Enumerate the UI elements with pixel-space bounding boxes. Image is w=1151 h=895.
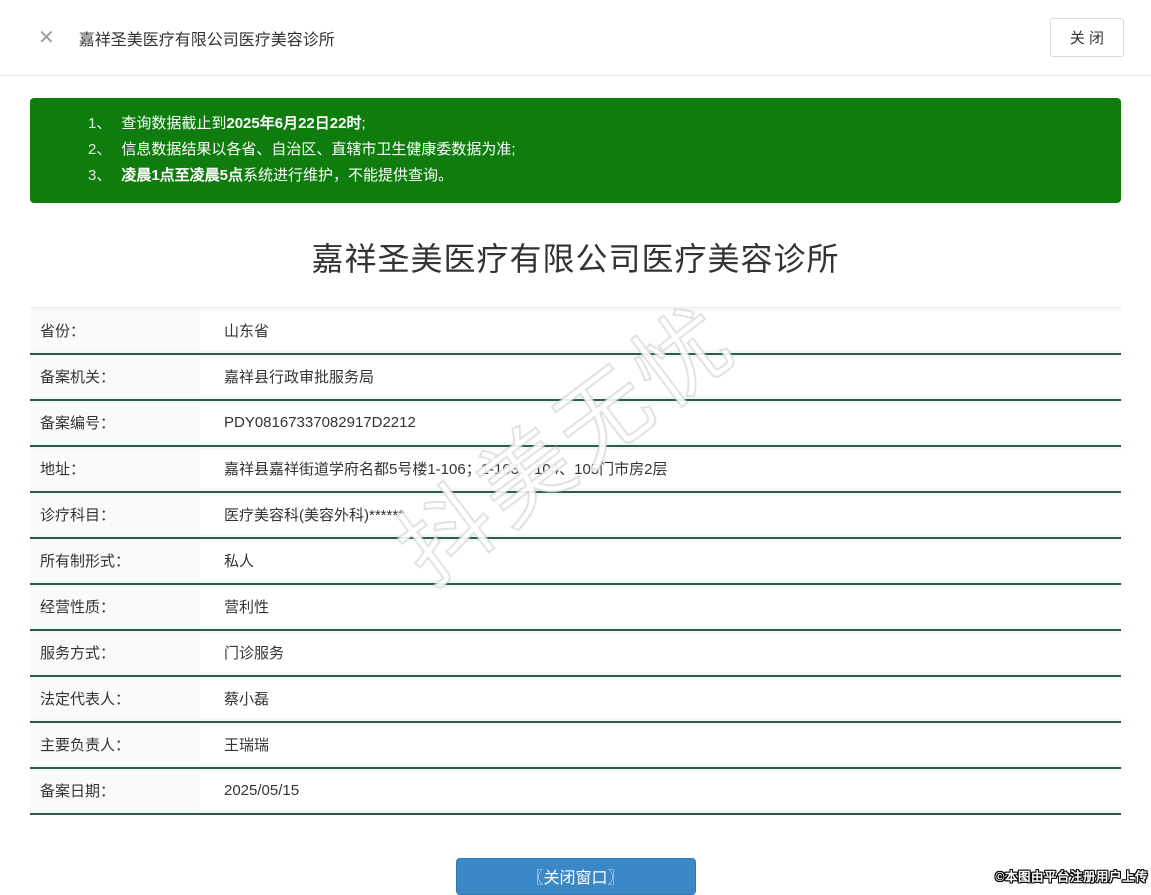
field-value: 私人 <box>200 537 1121 585</box>
field-value: 蔡小磊 <box>200 675 1121 723</box>
notice-item-number: 3、 <box>88 167 112 184</box>
table-row: 法定代表人： 蔡小磊 <box>30 675 1121 723</box>
button-row: 〖关闭窗口〗 <box>0 857 1151 895</box>
table-row: 地址： 嘉祥县嘉祥街道学府名都5号楼1-106；1-103、104、105门市房… <box>30 445 1121 493</box>
notice-item-number: 1、 <box>88 115 112 132</box>
close-window-button[interactable]: 〖关闭窗口〗 <box>455 857 696 895</box>
field-value: 门诊服务 <box>200 629 1121 677</box>
table-row: 经营性质： 营利性 <box>30 583 1121 631</box>
field-label: 诊疗科目： <box>30 491 200 539</box>
field-label: 主要负责人： <box>30 721 200 769</box>
field-label: 备案日期： <box>30 767 200 815</box>
dialog-title: 嘉祥圣美医疗有限公司医疗美容诊所 <box>78 31 335 49</box>
notice-item-number: 2、 <box>88 141 112 158</box>
info-table-body: 省份： 山东省 备案机关： 嘉祥县行政审批服务局 备案编号： PDY081673… <box>30 307 1121 815</box>
notice-banner: 1、 查询数据截止到2025年6月22日22时; 2、 信息数据结果以各省、自治… <box>30 98 1121 203</box>
field-value: 山东省 <box>200 307 1121 355</box>
field-label: 备案编号： <box>30 399 200 447</box>
notice-item-text: 凌晨1点至凌晨5点系统进行维护，不能提供查询。 <box>121 167 454 184</box>
field-value: 营利性 <box>200 583 1121 631</box>
field-label: 服务方式： <box>30 629 200 677</box>
table-row: 省份： 山东省 <box>30 307 1121 355</box>
notice-item: 3、 凌晨1点至凌晨5点系统进行维护，不能提供查询。 <box>88 163 1101 189</box>
close-icon[interactable]: ✕ <box>38 28 55 48</box>
notice-item: 2、 信息数据结果以各省、自治区、直辖市卫生健康委数据为准; <box>88 137 1101 163</box>
table-row: 备案机关： 嘉祥县行政审批服务局 <box>30 353 1121 401</box>
info-table: 省份： 山东省 备案机关： 嘉祥县行政审批服务局 备案编号： PDY081673… <box>30 307 1121 815</box>
field-value: PDY08167337082917D2212 <box>200 399 1121 447</box>
table-row: 备案日期： 2025/05/15 <box>30 767 1121 815</box>
notice-item: 1、 查询数据截止到2025年6月22日22时; <box>88 111 1101 137</box>
field-value: 嘉祥县嘉祥街道学府名都5号楼1-106；1-103、104、105门市房2层 <box>200 445 1121 493</box>
dialog-header: ✕ 嘉祥圣美医疗有限公司医疗美容诊所 关 闭 <box>0 0 1151 76</box>
table-row: 主要负责人： 王瑞瑞 <box>30 721 1121 769</box>
field-label: 备案机关： <box>30 353 200 401</box>
close-button[interactable]: 关 闭 <box>1049 18 1124 57</box>
institution-name-heading: 嘉祥圣美医疗有限公司医疗美容诊所 <box>311 241 840 277</box>
field-value: 医疗美容科(美容外科)****** <box>200 491 1121 539</box>
copyright-note: ©本图由平台注册用户上传 <box>995 870 1148 884</box>
field-label: 省份： <box>30 307 200 355</box>
table-row: 服务方式： 门诊服务 <box>30 629 1121 677</box>
table-row: 备案编号： PDY08167337082917D2212 <box>30 399 1121 447</box>
field-label: 经营性质： <box>30 583 200 631</box>
field-value: 嘉祥县行政审批服务局 <box>200 353 1121 401</box>
table-row: 诊疗科目： 医疗美容科(美容外科)****** <box>30 491 1121 539</box>
field-label: 所有制形式： <box>30 537 200 585</box>
notice-item-text: 信息数据结果以各省、自治区、直辖市卫生健康委数据为准; <box>121 141 516 158</box>
notice-item-text: 查询数据截止到2025年6月22日22时; <box>121 115 366 132</box>
field-label: 地址： <box>30 445 200 493</box>
field-value: 王瑞瑞 <box>200 721 1121 769</box>
table-row: 所有制形式： 私人 <box>30 537 1121 585</box>
field-value: 2025/05/15 <box>200 767 1121 815</box>
field-label: 法定代表人： <box>30 675 200 723</box>
